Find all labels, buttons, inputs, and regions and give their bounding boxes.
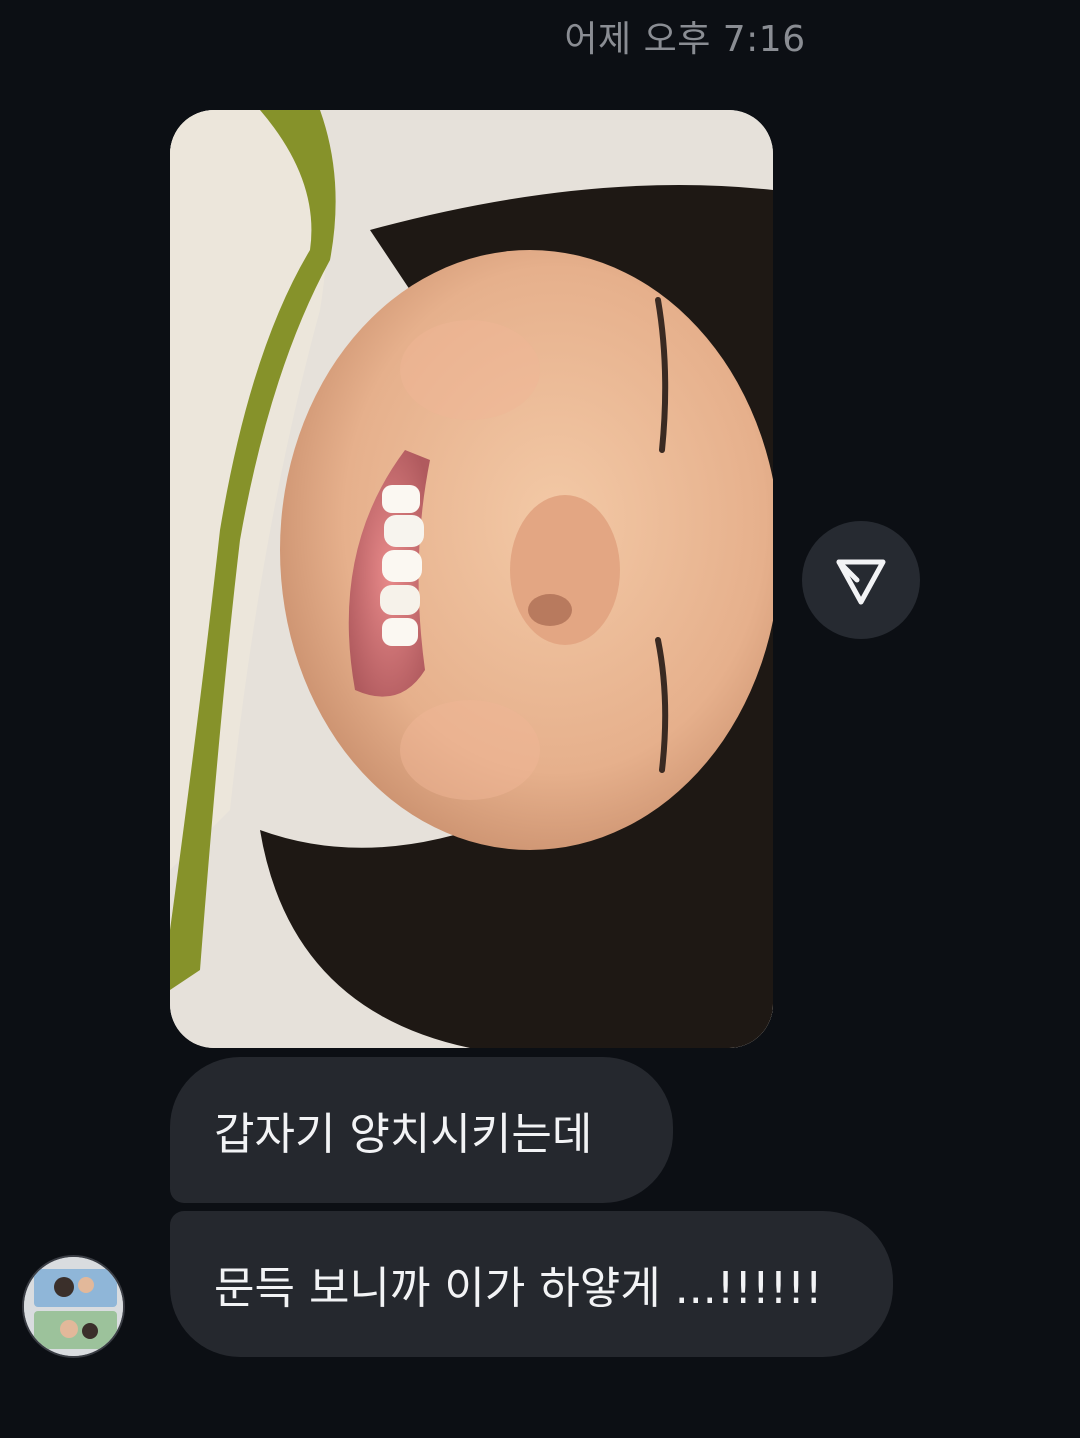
send-triangle-icon bbox=[836, 559, 886, 605]
photo-message[interactable] bbox=[170, 110, 773, 1048]
message-text: 문득 보니까 이가 하얗게 ...!!!!!! bbox=[214, 1263, 823, 1314]
message-bubble[interactable]: 문득 보니까 이가 하얗게 ...!!!!!! bbox=[170, 1211, 893, 1357]
sender-avatar[interactable] bbox=[22, 1255, 125, 1358]
message-bubble[interactable]: 갑자기 양치시키는데 bbox=[170, 1057, 673, 1203]
avatar-image bbox=[24, 1257, 123, 1356]
share-button[interactable] bbox=[802, 521, 920, 639]
message-text: 갑자기 양치시키는데 bbox=[214, 1109, 593, 1160]
photo-image bbox=[170, 110, 773, 1048]
message-timestamp: 어제 오후 7:16 bbox=[564, 19, 806, 60]
dm-thread: 어제 오후 7:16 갑자기 양치시키는데 문득 보니까 이가 하얗게 ...!… bbox=[0, 0, 1080, 1438]
